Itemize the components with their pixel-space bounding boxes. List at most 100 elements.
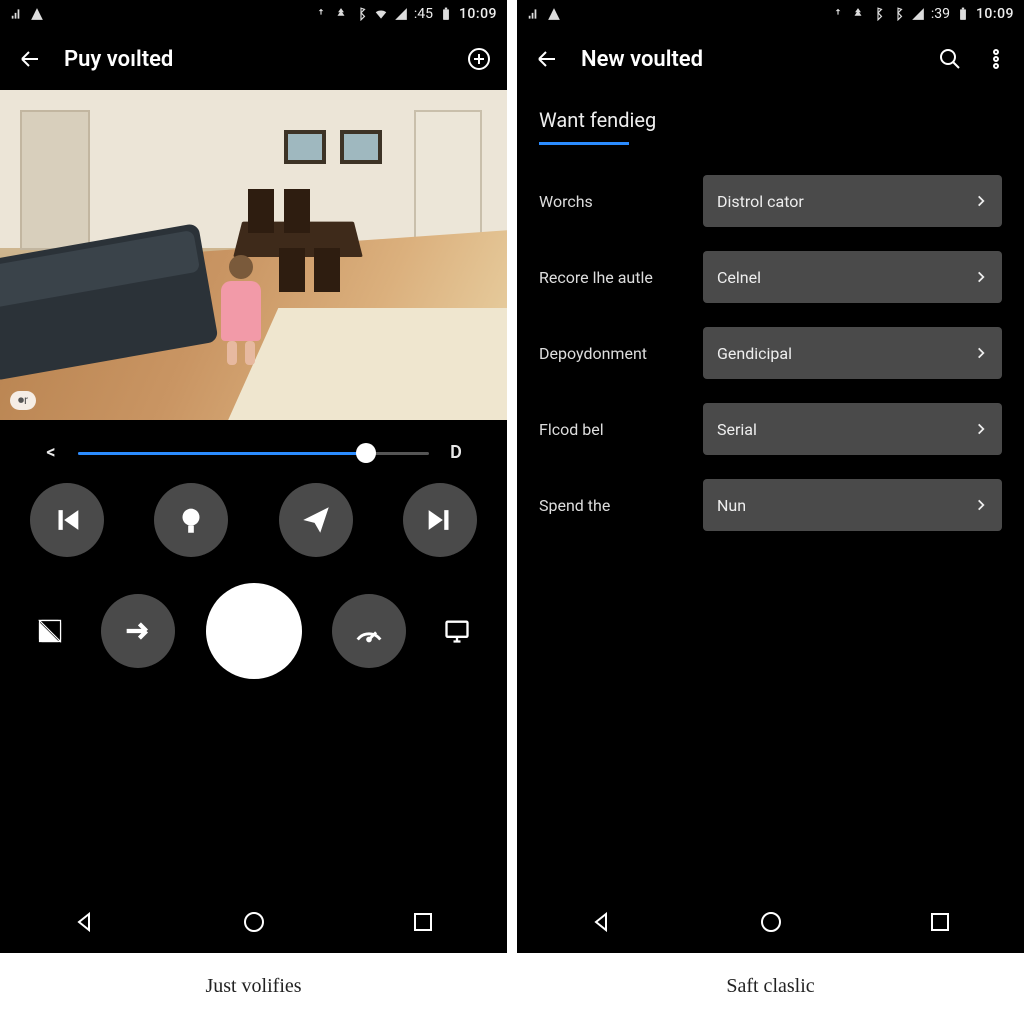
setting-row: Flcod bel Serial: [517, 391, 1024, 467]
slider-thumb[interactable]: [356, 443, 376, 463]
nav-home[interactable]: [759, 910, 783, 938]
setting-picker[interactable]: Distrol cator: [703, 175, 1002, 227]
more-vert-icon: [984, 47, 1008, 71]
app-bar: New voulted: [517, 28, 1024, 90]
shutter-button[interactable]: [206, 583, 302, 679]
setting-label: Worchs: [539, 192, 689, 211]
clock: 10:09: [976, 6, 1014, 22]
battery-icon: [956, 7, 970, 21]
speed-button[interactable]: [332, 594, 406, 668]
setting-picker[interactable]: Nun: [703, 479, 1002, 531]
setting-value: Gendicipal: [717, 344, 792, 363]
setting-row: Spend the Nun: [517, 467, 1024, 543]
setting-picker[interactable]: Celnel: [703, 251, 1002, 303]
cast-icon: [314, 7, 328, 21]
setting-value: Celnel: [717, 268, 761, 287]
signal-alt-icon: [10, 7, 24, 21]
clock: 10:09: [459, 6, 497, 22]
display-button[interactable]: [437, 611, 477, 651]
signal-icon: [30, 7, 44, 21]
controls: [0, 473, 507, 705]
exposure-button[interactable]: [30, 611, 70, 651]
nav-home[interactable]: [242, 910, 266, 938]
nav-back[interactable]: [590, 910, 614, 938]
setting-value: Nun: [717, 496, 746, 515]
app-bar: Puy voılted: [0, 28, 507, 90]
triangle-left-icon: [590, 910, 614, 934]
chevron-right-icon: [974, 194, 988, 208]
back-button[interactable]: [531, 43, 563, 75]
bluetooth2-icon: [891, 7, 905, 21]
section-underline: [539, 142, 629, 145]
tree-icon: [851, 7, 865, 21]
setting-label: Spend the: [539, 496, 689, 515]
share-button[interactable]: [101, 594, 175, 668]
bluetooth-icon: [871, 7, 885, 21]
phone-left: :45 10:09 Puy voılted: [0, 0, 507, 1024]
caption-left: Just volifies: [0, 953, 507, 1024]
chevron-right-icon: [974, 422, 988, 436]
gauge-icon: [352, 614, 386, 648]
add-button[interactable]: [465, 45, 493, 73]
net-label: :39: [931, 6, 950, 22]
signal-icon: [547, 7, 561, 21]
setting-label: Flcod bel: [539, 420, 689, 439]
paper-plane-icon: [299, 503, 333, 537]
skip-next-icon: [423, 503, 457, 537]
nav-recent[interactable]: [411, 910, 435, 938]
arrow-left-icon: [535, 47, 559, 71]
setting-picker[interactable]: Gendicipal: [703, 327, 1002, 379]
setting-row: Depoydonment Gendicipal: [517, 315, 1024, 391]
chevron-right-icon: [974, 270, 988, 284]
chevron-right-icon: [974, 346, 988, 360]
section-title: Want fendieg: [517, 90, 1024, 138]
search-button[interactable]: [936, 45, 964, 73]
camera-view[interactable]: ⏺r: [0, 90, 507, 420]
square-icon: [928, 910, 952, 934]
slider-left-icon: <: [40, 442, 62, 463]
setting-row: Recore lhe autle Celnel: [517, 239, 1024, 315]
prev-button[interactable]: [30, 483, 104, 557]
exposure-icon: [36, 617, 64, 645]
square-icon: [411, 910, 435, 934]
zoom-slider[interactable]: [78, 443, 429, 463]
caption-right: Saft claslic: [517, 953, 1024, 1024]
setting-label: Recore lhe autle: [539, 268, 689, 287]
setting-value: Distrol cator: [717, 192, 804, 211]
skip-previous-icon: [50, 503, 84, 537]
status-bar: :45 10:09: [0, 0, 507, 28]
light-button[interactable]: [154, 483, 228, 557]
back-button[interactable]: [14, 43, 46, 75]
overflow-button[interactable]: [982, 45, 1010, 73]
cast-icon: [831, 7, 845, 21]
chevron-right-icon: [974, 498, 988, 512]
send-button[interactable]: [279, 483, 353, 557]
android-nav-bar: [0, 895, 507, 953]
plus-circle-icon: [467, 47, 491, 71]
setting-picker[interactable]: Serial: [703, 403, 1002, 455]
settings-list: Worchs Distrol cator Recore lhe autle Celne…: [517, 163, 1024, 543]
status-bar: :39 10:09: [517, 0, 1024, 28]
net-label: :45: [414, 6, 433, 22]
setting-label: Depoydonment: [539, 344, 689, 363]
phone-right: :39 10:09 New voulted Want fendieg Worch…: [517, 0, 1024, 1024]
triangle-left-icon: [73, 910, 97, 934]
android-nav-bar: [517, 895, 1024, 953]
search-icon: [938, 47, 962, 71]
battery-icon: [439, 7, 453, 21]
nav-recent[interactable]: [928, 910, 952, 938]
setting-row: Worchs Distrol cator: [517, 163, 1024, 239]
page-title: New voulted: [581, 47, 936, 72]
nav-back[interactable]: [73, 910, 97, 938]
next-button[interactable]: [403, 483, 477, 557]
cell-icon: [911, 7, 925, 21]
circle-icon: [759, 910, 783, 934]
zoom-slider-row: < D: [0, 420, 507, 473]
bluetooth-icon: [354, 7, 368, 21]
signal-alt-icon: [527, 7, 541, 21]
slider-right-icon: D: [445, 442, 467, 463]
setting-value: Serial: [717, 420, 757, 439]
cell-icon: [394, 7, 408, 21]
tree-icon: [334, 7, 348, 21]
bulb-icon: [174, 503, 208, 537]
